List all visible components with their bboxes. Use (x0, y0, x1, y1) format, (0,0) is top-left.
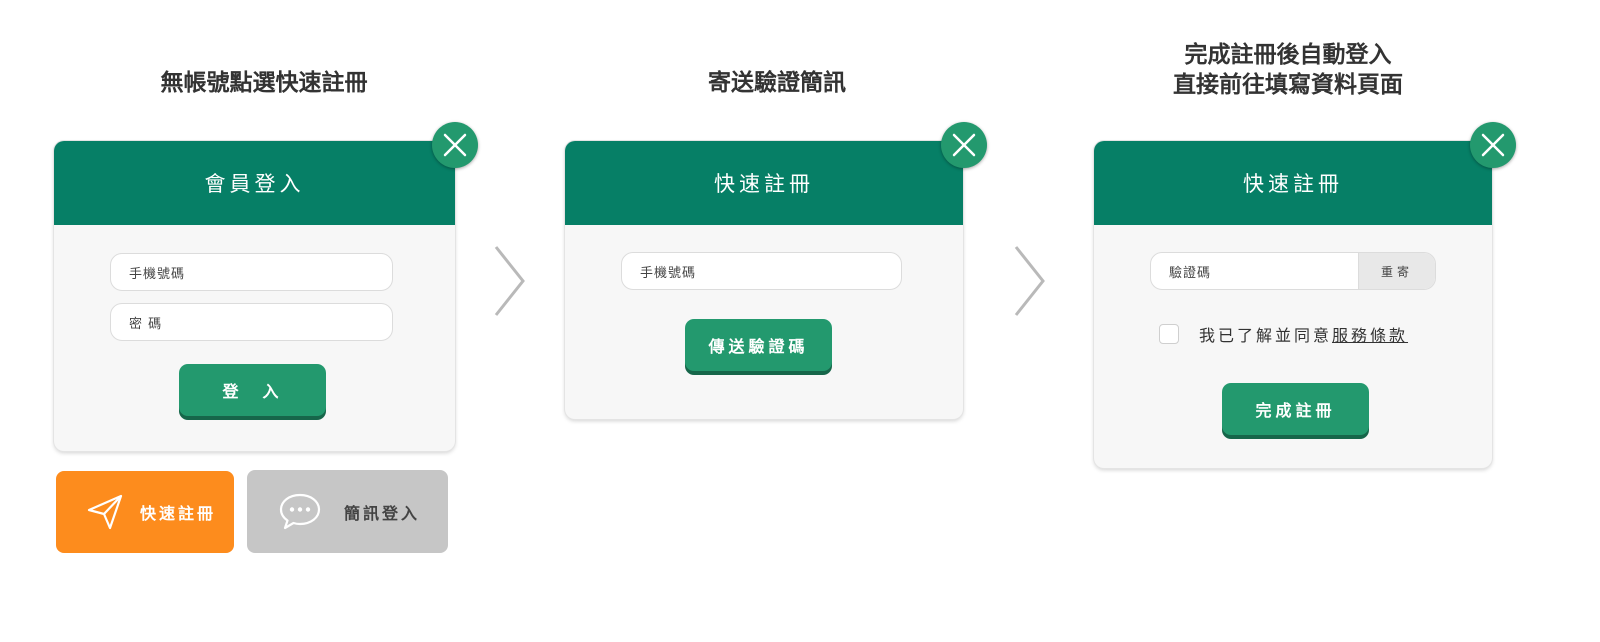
login-panel-header: 會員登入 (54, 141, 455, 225)
verification-code-input[interactable]: 驗證碼 重寄 (1150, 252, 1436, 290)
send-code-panel: 快速註冊 手機號碼 傳送驗證碼 (565, 141, 963, 419)
close-icon (443, 133, 467, 157)
quick-register-button[interactable]: 快速註冊 (56, 471, 234, 553)
step-2-title-line-1: 寄送驗證簡訊 (708, 70, 846, 96)
chevron-right-icon (494, 246, 525, 316)
step-3-title-line-2: 直接前往填寫資料頁面 (1173, 72, 1403, 98)
login-button[interactable]: 登 入 (179, 364, 326, 416)
terms-agree-text: 我已了解並同意 (1199, 326, 1333, 345)
send-code-close-button[interactable] (941, 122, 987, 168)
complete-register-panel: 快速註冊 驗證碼 重寄 我已了解並同意 服務條款 完成註冊 (1094, 141, 1492, 468)
sms-login-label: 簡訊登入 (344, 503, 421, 523)
complete-register-close-button[interactable] (1470, 122, 1516, 168)
send-code-panel-title: 快速註冊 (714, 172, 814, 196)
close-icon (952, 133, 976, 157)
quick-register-label: 快速註冊 (140, 504, 217, 523)
registration-flow: 無帳號點選快速註冊 會員登入 手機號碼 密 碼 登 入 快速註冊 簡訊登入 寄送… (0, 0, 1600, 642)
password-input-placeholder: 密 碼 (129, 316, 163, 332)
complete-register-panel-header: 快速註冊 (1094, 141, 1492, 225)
send-code-button[interactable]: 傳送驗證碼 (685, 319, 832, 371)
login-panel: 會員登入 手機號碼 密 碼 登 入 (54, 141, 455, 451)
register-phone-input[interactable]: 手機號碼 (621, 252, 902, 290)
send-code-label: 傳送驗證碼 (708, 337, 809, 356)
password-input[interactable]: 密 碼 (110, 303, 393, 341)
terms-agreement-row: 我已了解並同意 服務條款 (1159, 322, 1408, 346)
step-3-title-line-1: 完成註冊後自動登入 (1184, 42, 1392, 68)
complete-register-button[interactable]: 完成註冊 (1222, 383, 1369, 435)
terms-link[interactable]: 服務條款 (1332, 322, 1408, 346)
phone-input-placeholder: 手機號碼 (129, 266, 186, 282)
phone-input[interactable]: 手機號碼 (110, 253, 393, 291)
login-close-button[interactable] (432, 122, 478, 168)
step-1-title-line-1: 無帳號點選快速註冊 (160, 70, 368, 96)
step-1-title: 無帳號點選快速註冊 (64, 68, 464, 98)
paper-plane-icon (87, 494, 123, 530)
login-panel-title: 會員登入 (204, 172, 305, 196)
login-button-label: 登 入 (222, 382, 283, 401)
step-3-title: 完成註冊後自動登入 直接前往填寫資料頁面 (1088, 40, 1488, 100)
register-phone-placeholder: 手機號碼 (640, 265, 697, 281)
terms-checkbox[interactable] (1159, 324, 1179, 344)
chevron-right-icon (1014, 246, 1045, 316)
sms-login-button[interactable]: 簡訊登入 (247, 470, 448, 553)
complete-register-panel-title: 快速註冊 (1243, 172, 1343, 196)
send-code-panel-header: 快速註冊 (565, 141, 963, 225)
resend-button[interactable]: 重寄 (1358, 253, 1435, 289)
chat-bubble-icon (279, 493, 321, 529)
verification-code-placeholder: 驗證碼 (1169, 265, 1212, 281)
close-icon (1481, 133, 1505, 157)
step-2-title: 寄送驗證簡訊 (577, 68, 977, 98)
complete-register-label: 完成註冊 (1255, 401, 1336, 420)
